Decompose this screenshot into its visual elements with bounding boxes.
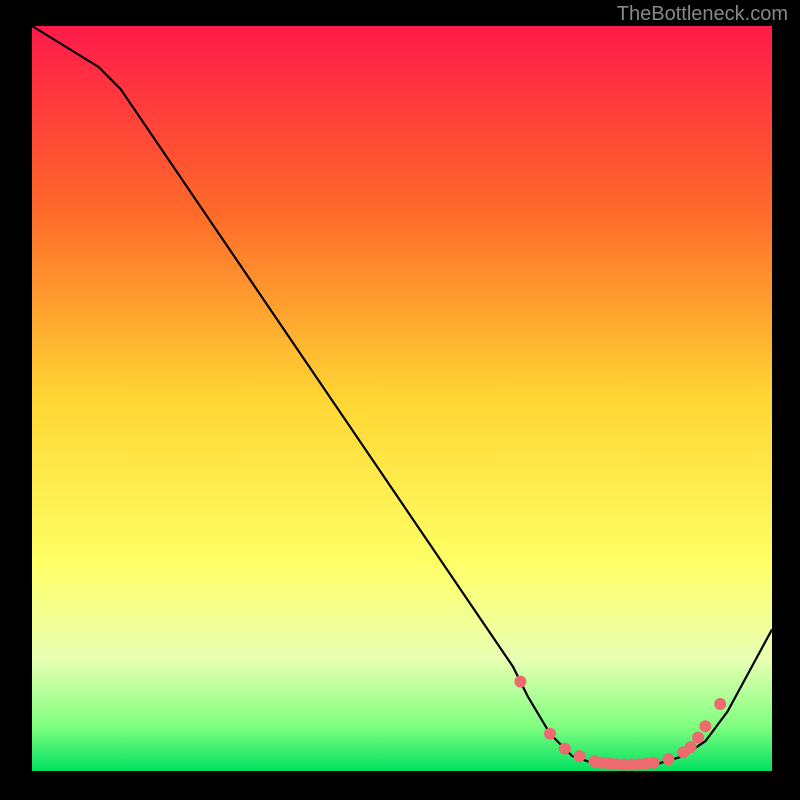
data-marker — [662, 753, 674, 765]
gradient-background — [32, 26, 772, 771]
chart-container: TheBottleneck.com — [0, 0, 800, 800]
data-marker — [699, 720, 711, 732]
attribution-text: TheBottleneck.com — [617, 3, 788, 26]
data-marker — [559, 743, 571, 755]
data-marker — [714, 698, 726, 710]
data-marker — [692, 731, 704, 743]
data-marker — [574, 750, 586, 762]
data-marker — [685, 741, 697, 753]
data-marker — [514, 676, 526, 688]
data-marker — [648, 757, 660, 769]
chart-svg — [32, 26, 772, 771]
data-marker — [544, 728, 556, 740]
plot-area — [32, 26, 772, 771]
